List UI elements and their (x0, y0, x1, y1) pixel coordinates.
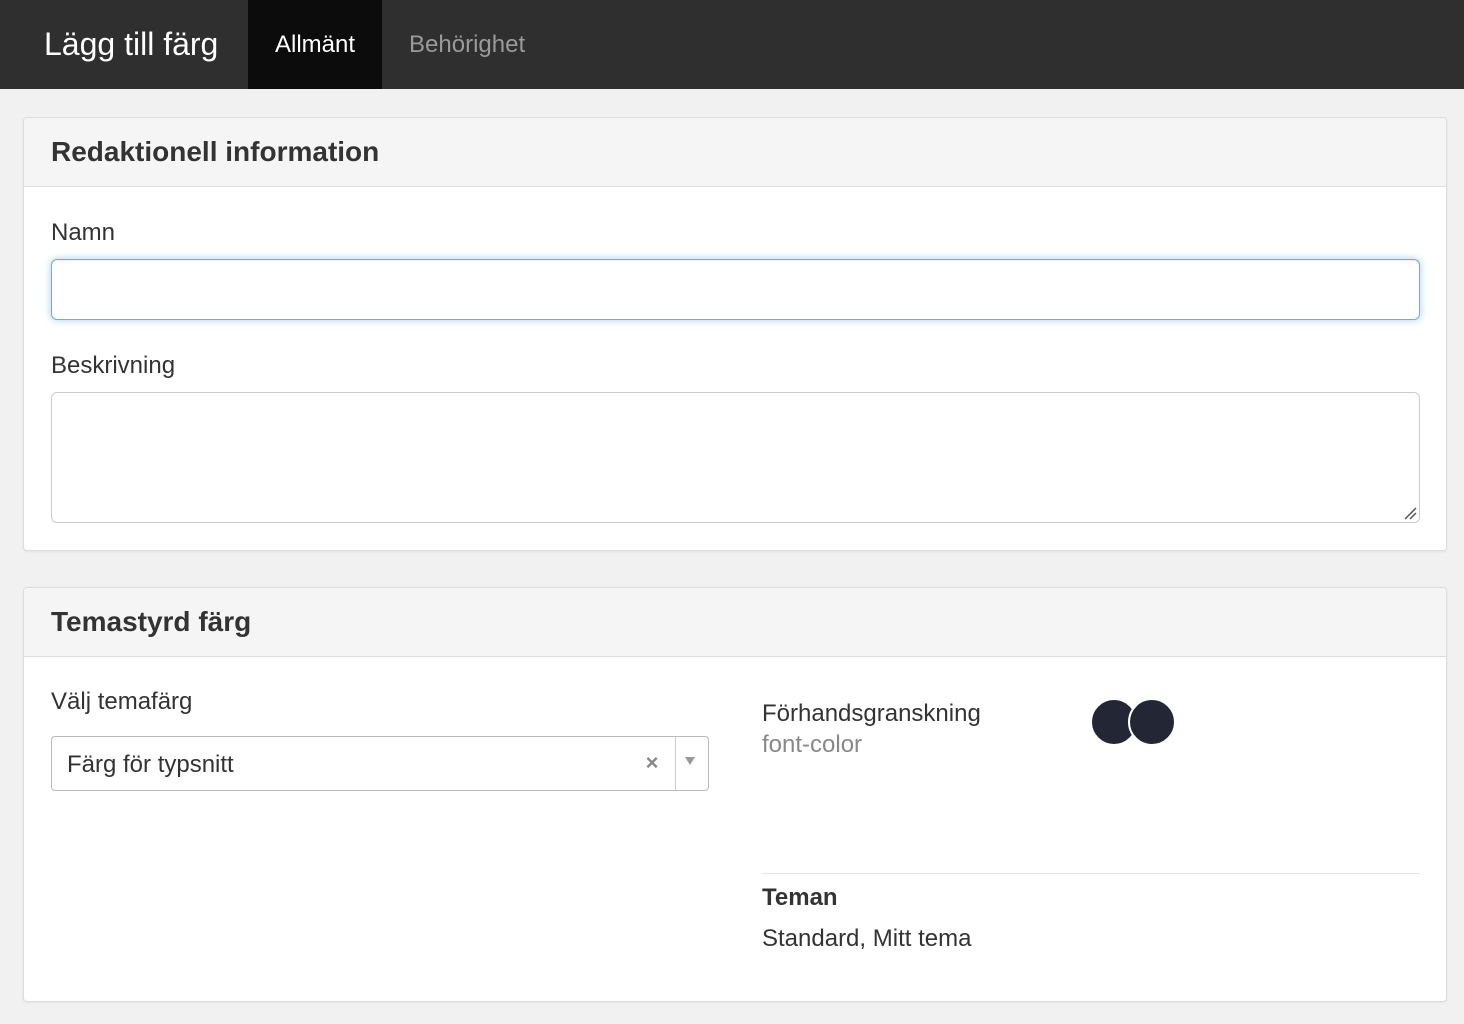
clear-icon[interactable]: × (641, 752, 663, 774)
name-label: Namn (51, 219, 116, 246)
top-bar: Lägg till färg Allmänt Behörighet (0, 0, 1464, 89)
theme-color-heading: Temastyrd färg (24, 588, 1446, 657)
name-input[interactable] (51, 259, 1420, 320)
themes-label: Teman (762, 884, 838, 911)
description-label: Beskrivning (51, 352, 176, 379)
chevron-down-icon[interactable] (685, 757, 695, 765)
preview-label: Förhandsgranskning (762, 700, 981, 727)
theme-color-panel: Temastyrd färg Välj temafärg Färg för ty… (23, 587, 1447, 1002)
description-textarea[interactable] (51, 392, 1420, 523)
tab-behorighet[interactable]: Behörighet (382, 0, 552, 89)
divider (762, 873, 1420, 874)
select-theme-color-label: Välj temafärg (51, 688, 193, 715)
tab-allmant[interactable]: Allmänt (248, 0, 383, 89)
editorial-info-heading: Redaktionell information (24, 118, 1446, 187)
preview-token: font-color (762, 731, 863, 758)
select-divider (675, 737, 676, 790)
page-title: Lägg till färg (44, 26, 219, 62)
theme-color-select[interactable]: Färg för typsnitt × (51, 736, 709, 791)
resize-handle-icon[interactable] (1401, 504, 1417, 520)
themes-value: Standard, Mitt tema (762, 925, 972, 952)
select-value: Färg för typsnitt (67, 751, 234, 778)
editorial-info-panel: Redaktionell information Namn Beskrivnin… (23, 117, 1447, 551)
color-swatch (1128, 698, 1176, 746)
